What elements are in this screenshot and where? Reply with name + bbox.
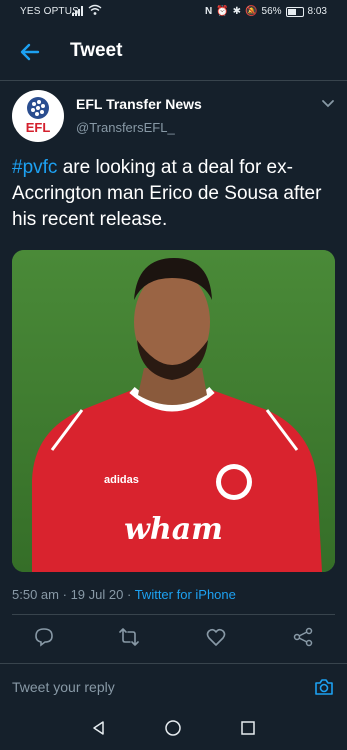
nav-home-icon[interactable]: [164, 719, 182, 737]
status-bar: YES OPTUS N ⏰ ✱ 🔕 56% 8:03: [0, 0, 347, 24]
app-header: Tweet: [0, 24, 347, 81]
tweet-time: 5:50 am: [12, 587, 59, 602]
wifi-icon: [88, 4, 102, 19]
system-nav-bar: [0, 705, 347, 750]
meta-dot: ·: [126, 587, 132, 602]
alarm-icon: ⏰: [216, 6, 229, 17]
avatar[interactable]: EFL: [12, 90, 64, 142]
tweet-date: 19 Jul 20: [70, 587, 124, 602]
camera-icon[interactable]: [313, 676, 335, 698]
status-right: N ⏰ ✱ 🔕 56% 8:03: [205, 6, 327, 17]
nav-back-icon[interactable]: [90, 719, 108, 737]
battery-percent: 56%: [261, 6, 282, 17]
clock: 8:03: [307, 6, 327, 17]
tweet-photo[interactable]: adidas wham: [12, 250, 335, 572]
signal-icon: [72, 6, 84, 18]
nfc-icon: N: [204, 6, 213, 17]
shirt-sponsor: wham: [124, 512, 223, 547]
action-bar: [0, 622, 347, 652]
mute-icon: 🔕: [245, 6, 258, 17]
hashtag-link[interactable]: #pvfc: [12, 157, 57, 178]
tweet-text: #pvfc are looking at a deal for ex-Accri…: [12, 155, 338, 233]
bluetooth-icon: ✱: [232, 6, 242, 17]
divider: [0, 663, 347, 664]
retweet-icon[interactable]: [118, 626, 140, 648]
reply-icon[interactable]: [33, 626, 55, 648]
chevron-down-icon[interactable]: [319, 94, 337, 112]
meta-dot: ·: [62, 587, 67, 602]
author-handle[interactable]: @TransfersEFL_: [76, 120, 175, 135]
divider: [12, 614, 335, 615]
shirt-brand: adidas: [104, 474, 139, 486]
back-arrow-icon[interactable]: [16, 38, 44, 66]
share-icon[interactable]: [292, 626, 314, 648]
page-title: Tweet: [70, 40, 123, 61]
battery-icon: [285, 6, 304, 17]
tweet-meta: 5:50 am · 19 Jul 20 · Twitter for iPhone: [12, 587, 236, 602]
nav-recents-icon[interactable]: [239, 719, 257, 737]
like-icon[interactable]: [205, 626, 227, 648]
reply-input[interactable]: [12, 676, 282, 698]
tweet-source-link[interactable]: Twitter for iPhone: [135, 587, 236, 602]
carrier-label: YES OPTUS: [20, 6, 80, 17]
tweet-body: are looking at a deal for ex-Accrington …: [12, 157, 322, 230]
author-name[interactable]: EFL Transfer News: [76, 96, 202, 112]
avatar-label: EFL: [25, 120, 51, 135]
